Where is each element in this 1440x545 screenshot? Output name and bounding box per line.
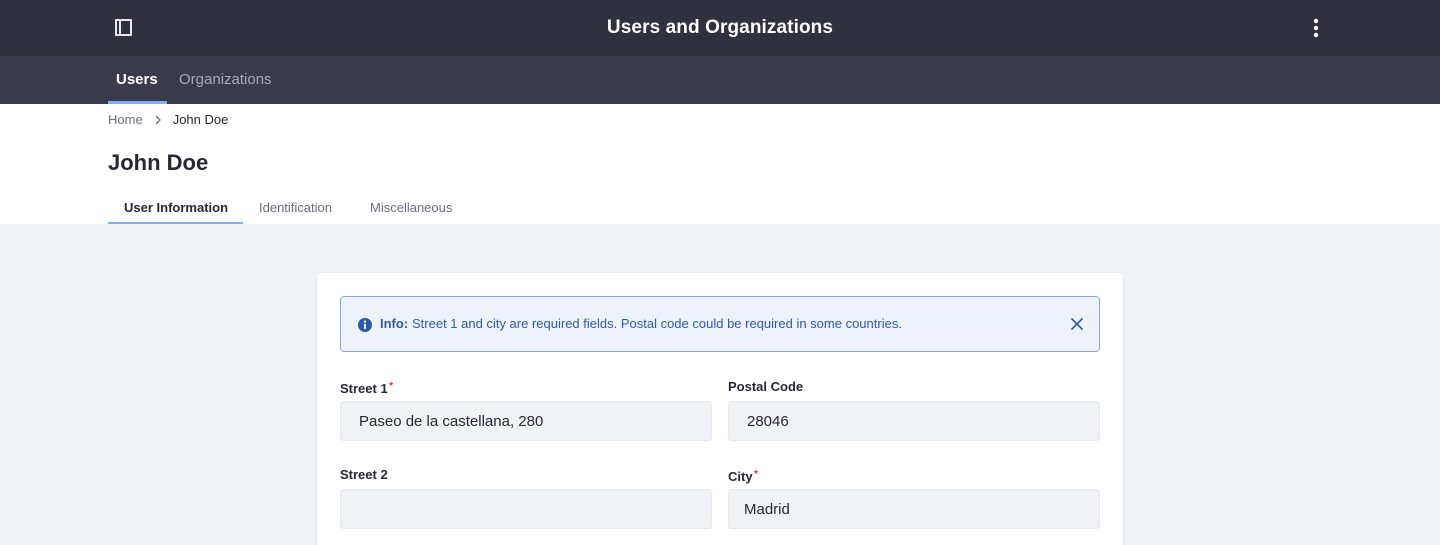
tab-user-information[interactable]: User Information — [108, 198, 243, 224]
alert-message: Street 1 and city are required fields. P… — [412, 316, 902, 331]
info-alert: Info: Street 1 and city are required fie… — [340, 296, 1100, 352]
nav-tab-users[interactable]: Users — [108, 56, 167, 104]
page-header: Home John Doe John Doe User Information … — [0, 104, 1440, 224]
city-label: City* — [728, 467, 758, 484]
breadcrumb: Home John Doe — [108, 112, 228, 127]
city-input[interactable] — [728, 489, 1100, 529]
breadcrumb-home-link[interactable]: Home — [108, 112, 143, 127]
nav-tab-organizations[interactable]: Organizations — [171, 56, 280, 104]
app-header: Users and Organizations — [0, 0, 1440, 56]
street1-label: Street 1* — [340, 379, 393, 396]
tab-miscellaneous[interactable]: Miscellaneous — [354, 198, 468, 224]
breadcrumb-current: John Doe — [172, 112, 229, 127]
street1-input[interactable] — [340, 401, 712, 441]
alert-lead: Info: — [380, 316, 409, 331]
street2-input[interactable] — [340, 489, 712, 529]
app-title: Users and Organizations — [606, 17, 834, 38]
info-circle-icon — [358, 318, 372, 332]
page-title: John Doe — [108, 150, 209, 175]
postal-code-label: Postal Code — [728, 379, 804, 394]
city-label-text: City — [728, 469, 753, 484]
close-icon[interactable] — [1069, 316, 1085, 332]
chevron-right-icon — [155, 115, 161, 124]
required-mark: * — [753, 467, 759, 481]
primary-nav: Users Organizations — [0, 56, 1440, 104]
vertical-ellipsis-icon[interactable] — [1304, 16, 1328, 40]
address-form-card: Info: Street 1 and city are required fie… — [316, 272, 1124, 545]
street1-label-text: Street 1 — [340, 381, 388, 396]
street2-label: Street 2 — [340, 467, 388, 482]
required-mark: * — [388, 379, 394, 393]
tab-identification[interactable]: Identification — [243, 198, 348, 224]
postal-code-input[interactable] — [728, 401, 1100, 441]
